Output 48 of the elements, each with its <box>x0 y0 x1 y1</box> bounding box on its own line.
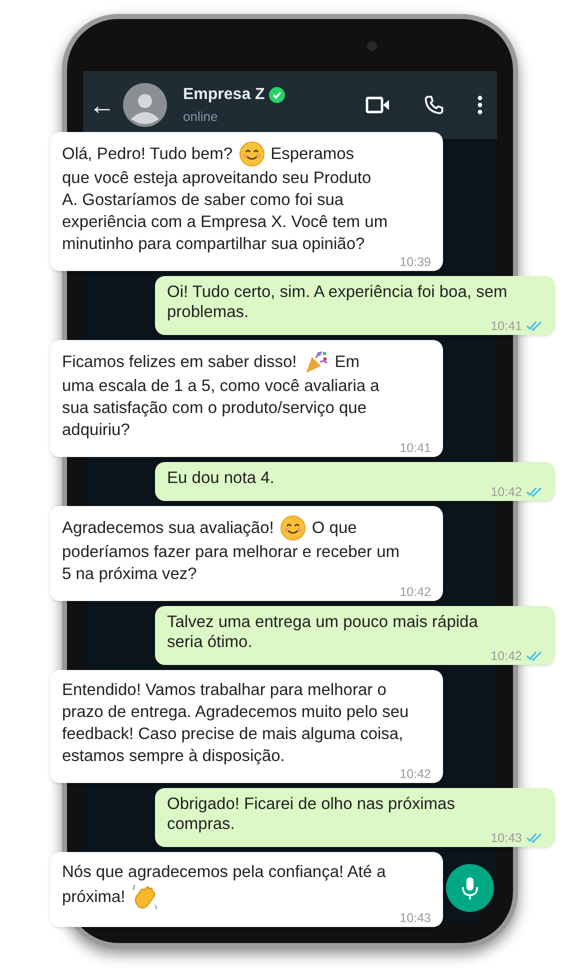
message-time: 10:43 <box>400 910 431 926</box>
contact-name: Empresa Z <box>183 85 265 106</box>
avatar-icon <box>123 83 167 127</box>
message-text: minutinho para compartilhar sua opinião? <box>62 234 365 255</box>
message-text: Agradecemos sua avaliação! <box>62 518 274 539</box>
message-text: Eu dou nota 4. <box>167 468 274 488</box>
message-text: Entendido! Vamos trabalhar para melhorar o <box>62 680 386 701</box>
message-text: 5 na próxima vez? <box>62 564 197 585</box>
message-time: 10:42 <box>490 648 522 664</box>
message-text: Obrigado! Ficarei de olho nas próximas <box>167 794 455 814</box>
message-text: Nós que agradecemos pela confiança! Até a <box>62 862 386 883</box>
waving-hand-icon <box>131 883 160 911</box>
smiley-icon <box>280 515 306 541</box>
message-text: poderíamos fazer para melhorar e receber um <box>62 542 400 563</box>
message-text: que você esteja aproveitando seu Produto <box>62 168 372 189</box>
smiley-icon <box>238 141 265 167</box>
message-time: 10:41 <box>490 318 522 334</box>
message-text: A. Gostaríamos de saber como foi sua <box>62 190 344 211</box>
message-time: 10:41 <box>400 440 431 456</box>
message-text: Olá, Pedro! Tudo bem? <box>62 144 233 165</box>
message-time: 10:42 <box>490 484 522 500</box>
phone-call-icon[interactable] <box>423 94 445 116</box>
message-text: seria ótimo. <box>167 632 252 652</box>
message-time: 10:42 <box>400 584 431 600</box>
message-text: uma escala de 1 a 5, como você avaliaria a <box>62 376 380 397</box>
message-text: sua satisfação com o produto/serviço que <box>62 398 367 419</box>
microphone-button[interactable] <box>446 864 494 912</box>
video-call-icon[interactable] <box>365 95 391 115</box>
message-time: 10:39 <box>400 254 431 270</box>
message-text: prazo de entrega. Agradecemos muito pelo seu <box>62 702 409 723</box>
contact-status: online <box>183 108 219 126</box>
message-text: experiência com a Empresa X. Você tem um <box>62 212 388 233</box>
message-text: Em <box>334 352 360 373</box>
menu-icon[interactable] <box>477 95 483 115</box>
message-text: próxima! <box>62 887 126 908</box>
message-text: compras. <box>167 814 235 834</box>
message-text: O que <box>312 518 357 539</box>
message-text: Esperamos <box>270 144 354 165</box>
message-text: Talvez uma entrega um pouco mais rápida <box>167 612 478 632</box>
message-text: adquiriu? <box>62 420 130 441</box>
message-text: feedback! Caso precise de mais alguma coisa, <box>62 724 404 745</box>
message-text: Ficamos felizes em saber disso! <box>62 352 297 373</box>
message-text: problemas. <box>167 302 249 322</box>
message-text: Oi! Tudo certo, sim. A experiência foi boa, sem <box>167 282 508 302</box>
back-button[interactable]: ← <box>89 92 115 118</box>
message-time: 10:42 <box>400 766 431 782</box>
message-time: 10:43 <box>490 830 522 846</box>
message-text: estamos sempre à disposição. <box>62 746 285 767</box>
